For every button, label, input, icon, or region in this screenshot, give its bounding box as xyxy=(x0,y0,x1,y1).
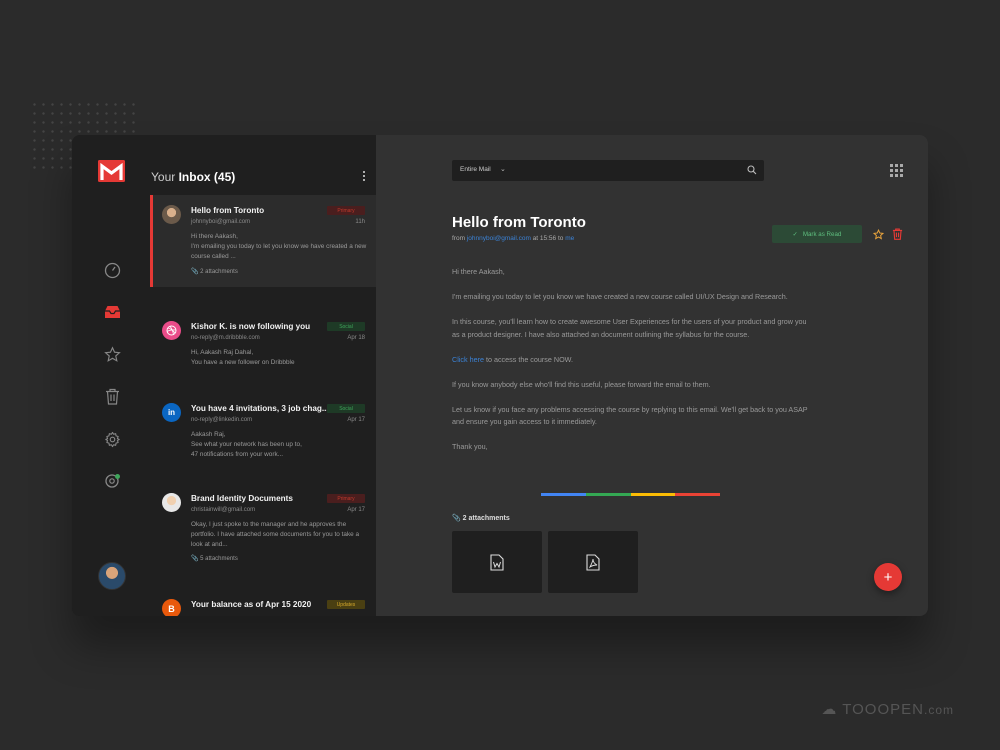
mail-preview: Okay, I just spoke to the manager and he… xyxy=(191,521,360,548)
from-prefix: from xyxy=(452,235,465,242)
inbox-title: Your Inbox (45) xyxy=(151,170,235,184)
mail-item[interactable]: B Your balance as of Apr 15 2020 Updates xyxy=(150,589,376,616)
email-paragraph: In this course, you'll learn how to crea… xyxy=(452,317,807,339)
mail-preview: Hi there Aakash, I'm emailing you today … xyxy=(191,233,367,260)
chevron-down-icon[interactable]: ⌄ xyxy=(500,165,506,173)
mail-attachments: 📎 2 attachments xyxy=(191,268,238,275)
balance-avatar: B xyxy=(162,599,181,616)
word-file-icon xyxy=(490,553,504,571)
email-paragraph: If you know anybody else who'll find thi… xyxy=(452,379,711,389)
attachments-count: 2 attachments xyxy=(462,515,510,522)
trash-icon[interactable] xyxy=(102,386,122,406)
recipient-link[interactable]: me xyxy=(565,235,574,242)
mail-subject: You have 4 invitations, 3 job chag... xyxy=(191,404,329,413)
mark-as-read-label: Mark as Read xyxy=(802,230,842,238)
mail-from: no-reply@linkedin.com xyxy=(191,417,253,423)
search-icon[interactable] xyxy=(747,165,757,175)
word-attachment-card[interactable] xyxy=(452,531,542,593)
user-avatar[interactable] xyxy=(98,562,126,590)
mail-time: Apr 18 xyxy=(347,335,365,341)
mail-subject: Your balance as of Apr 15 2020 xyxy=(191,600,312,609)
mail-time: Apr 17 xyxy=(347,417,365,423)
sender-address-link[interactable]: johnnyboi@gmail.com xyxy=(467,235,531,242)
cloud-icon: ☁ xyxy=(821,701,838,718)
inbox-list: Your Inbox (45) Hello from Toronto Prima… xyxy=(150,135,376,616)
reading-pane: Entire Mail ⌄ Hello from Toronto from jo… xyxy=(376,135,928,616)
star-icon[interactable] xyxy=(873,229,884,240)
apps-grid-icon[interactable] xyxy=(890,164,903,177)
attachments-count: 5 attachments xyxy=(200,556,238,562)
email-subject: Hello from Toronto xyxy=(452,214,586,231)
mail-subject: Brand Identity Documents xyxy=(191,494,293,503)
mail-item[interactable]: Kishor K. is now following you Social no… xyxy=(150,311,376,381)
email-body: Hi there Aakash, I'm emailing you today … xyxy=(452,266,812,466)
pdf-file-icon xyxy=(586,553,600,571)
mail-item[interactable]: in You have 4 invitations, 3 job chag...… xyxy=(150,393,376,473)
star-icon[interactable] xyxy=(102,344,122,364)
mail-subject: Hello from Toronto xyxy=(191,206,265,215)
compose-button[interactable]: + xyxy=(874,563,902,591)
trash-icon[interactable] xyxy=(892,228,903,240)
check-icon: ✓ xyxy=(792,230,798,238)
nav-rail xyxy=(72,135,150,616)
email-paragraph: Thank you, xyxy=(452,442,488,452)
dashboard-icon[interactable] xyxy=(102,260,122,280)
email-link-paragraph: Click here to access the course NOW. xyxy=(452,354,812,366)
social-badge: Social xyxy=(327,322,365,331)
inbox-icon[interactable] xyxy=(102,302,122,322)
email-paragraph: I'm emailing you today to let you know w… xyxy=(452,292,788,302)
updates-badge: Updates xyxy=(327,600,365,609)
paperclip-icon: 📎 xyxy=(452,515,461,522)
person-avatar xyxy=(162,205,181,224)
gmail-logo xyxy=(98,160,125,182)
mail-item[interactable]: Brand Identity Documents Primary christa… xyxy=(150,483,376,569)
mail-preview: Hi, Aakash Raj Dahal, You have a new fol… xyxy=(191,349,295,366)
primary-badge: Primary xyxy=(327,494,365,503)
pdf-attachment-card[interactable] xyxy=(548,531,638,593)
search-bar[interactable]: Entire Mail ⌄ xyxy=(452,160,764,181)
settings-gear-icon[interactable] xyxy=(102,429,122,449)
google-color-divider xyxy=(541,493,720,496)
mail-time: 11h xyxy=(355,219,365,225)
link-suffix: to access the course NOW. xyxy=(483,354,574,364)
attachments-heading: 📎 2 attachments xyxy=(452,514,510,522)
mail-subject: Kishor K. is now following you xyxy=(191,322,311,331)
email-meta: from johnnyboi@gmail.com at 15:56 to me xyxy=(452,235,574,242)
mail-app-window: Your Inbox (45) Hello from Toronto Prima… xyxy=(72,135,928,616)
mail-from: christainwill@gmail.com xyxy=(191,507,256,513)
sent-time: at 15:56 to xyxy=(532,235,564,242)
person-avatar xyxy=(162,493,181,512)
course-link[interactable]: Click here xyxy=(452,355,484,364)
inbox-title-prefix: Your xyxy=(151,170,176,184)
search-scope-label[interactable]: Entire Mail xyxy=(460,166,491,173)
mail-attachments: 📎 5 attachments xyxy=(191,555,238,562)
mail-preview: Aakash Raj, See what your network has be… xyxy=(191,431,302,458)
watermark-suffix: .com xyxy=(923,703,954,717)
attachments-count: 2 attachments xyxy=(200,269,238,275)
watermark-text: TOOOPEN xyxy=(842,701,924,718)
paperclip-icon: 📎 xyxy=(191,269,199,275)
mark-as-read-button[interactable]: ✓ Mark as Read xyxy=(772,225,862,243)
paperclip-icon: 📎 xyxy=(191,556,199,562)
inbox-title-count: Inbox (45) xyxy=(178,170,236,184)
mail-from: no-reply@m.dribbble.com xyxy=(191,335,260,341)
watermark: ☁ TOOOPEN.com xyxy=(821,700,954,718)
mail-time: Apr 17 xyxy=(347,507,365,513)
primary-badge: Primary xyxy=(327,206,365,215)
dribbble-icon xyxy=(162,321,181,340)
linkedin-icon: in xyxy=(162,403,181,422)
location-pin-icon[interactable] xyxy=(102,471,122,491)
mail-item[interactable]: Hello from Toronto Primary johnnyboi@gma… xyxy=(150,195,376,287)
more-options-icon[interactable] xyxy=(362,171,366,181)
email-paragraph: Hi there Aakash, xyxy=(452,267,505,276)
social-badge: Social xyxy=(327,404,365,413)
mail-from: johnnyboi@gmail.com xyxy=(191,219,251,225)
email-paragraph: Let us know if you face any problems acc… xyxy=(452,404,808,427)
